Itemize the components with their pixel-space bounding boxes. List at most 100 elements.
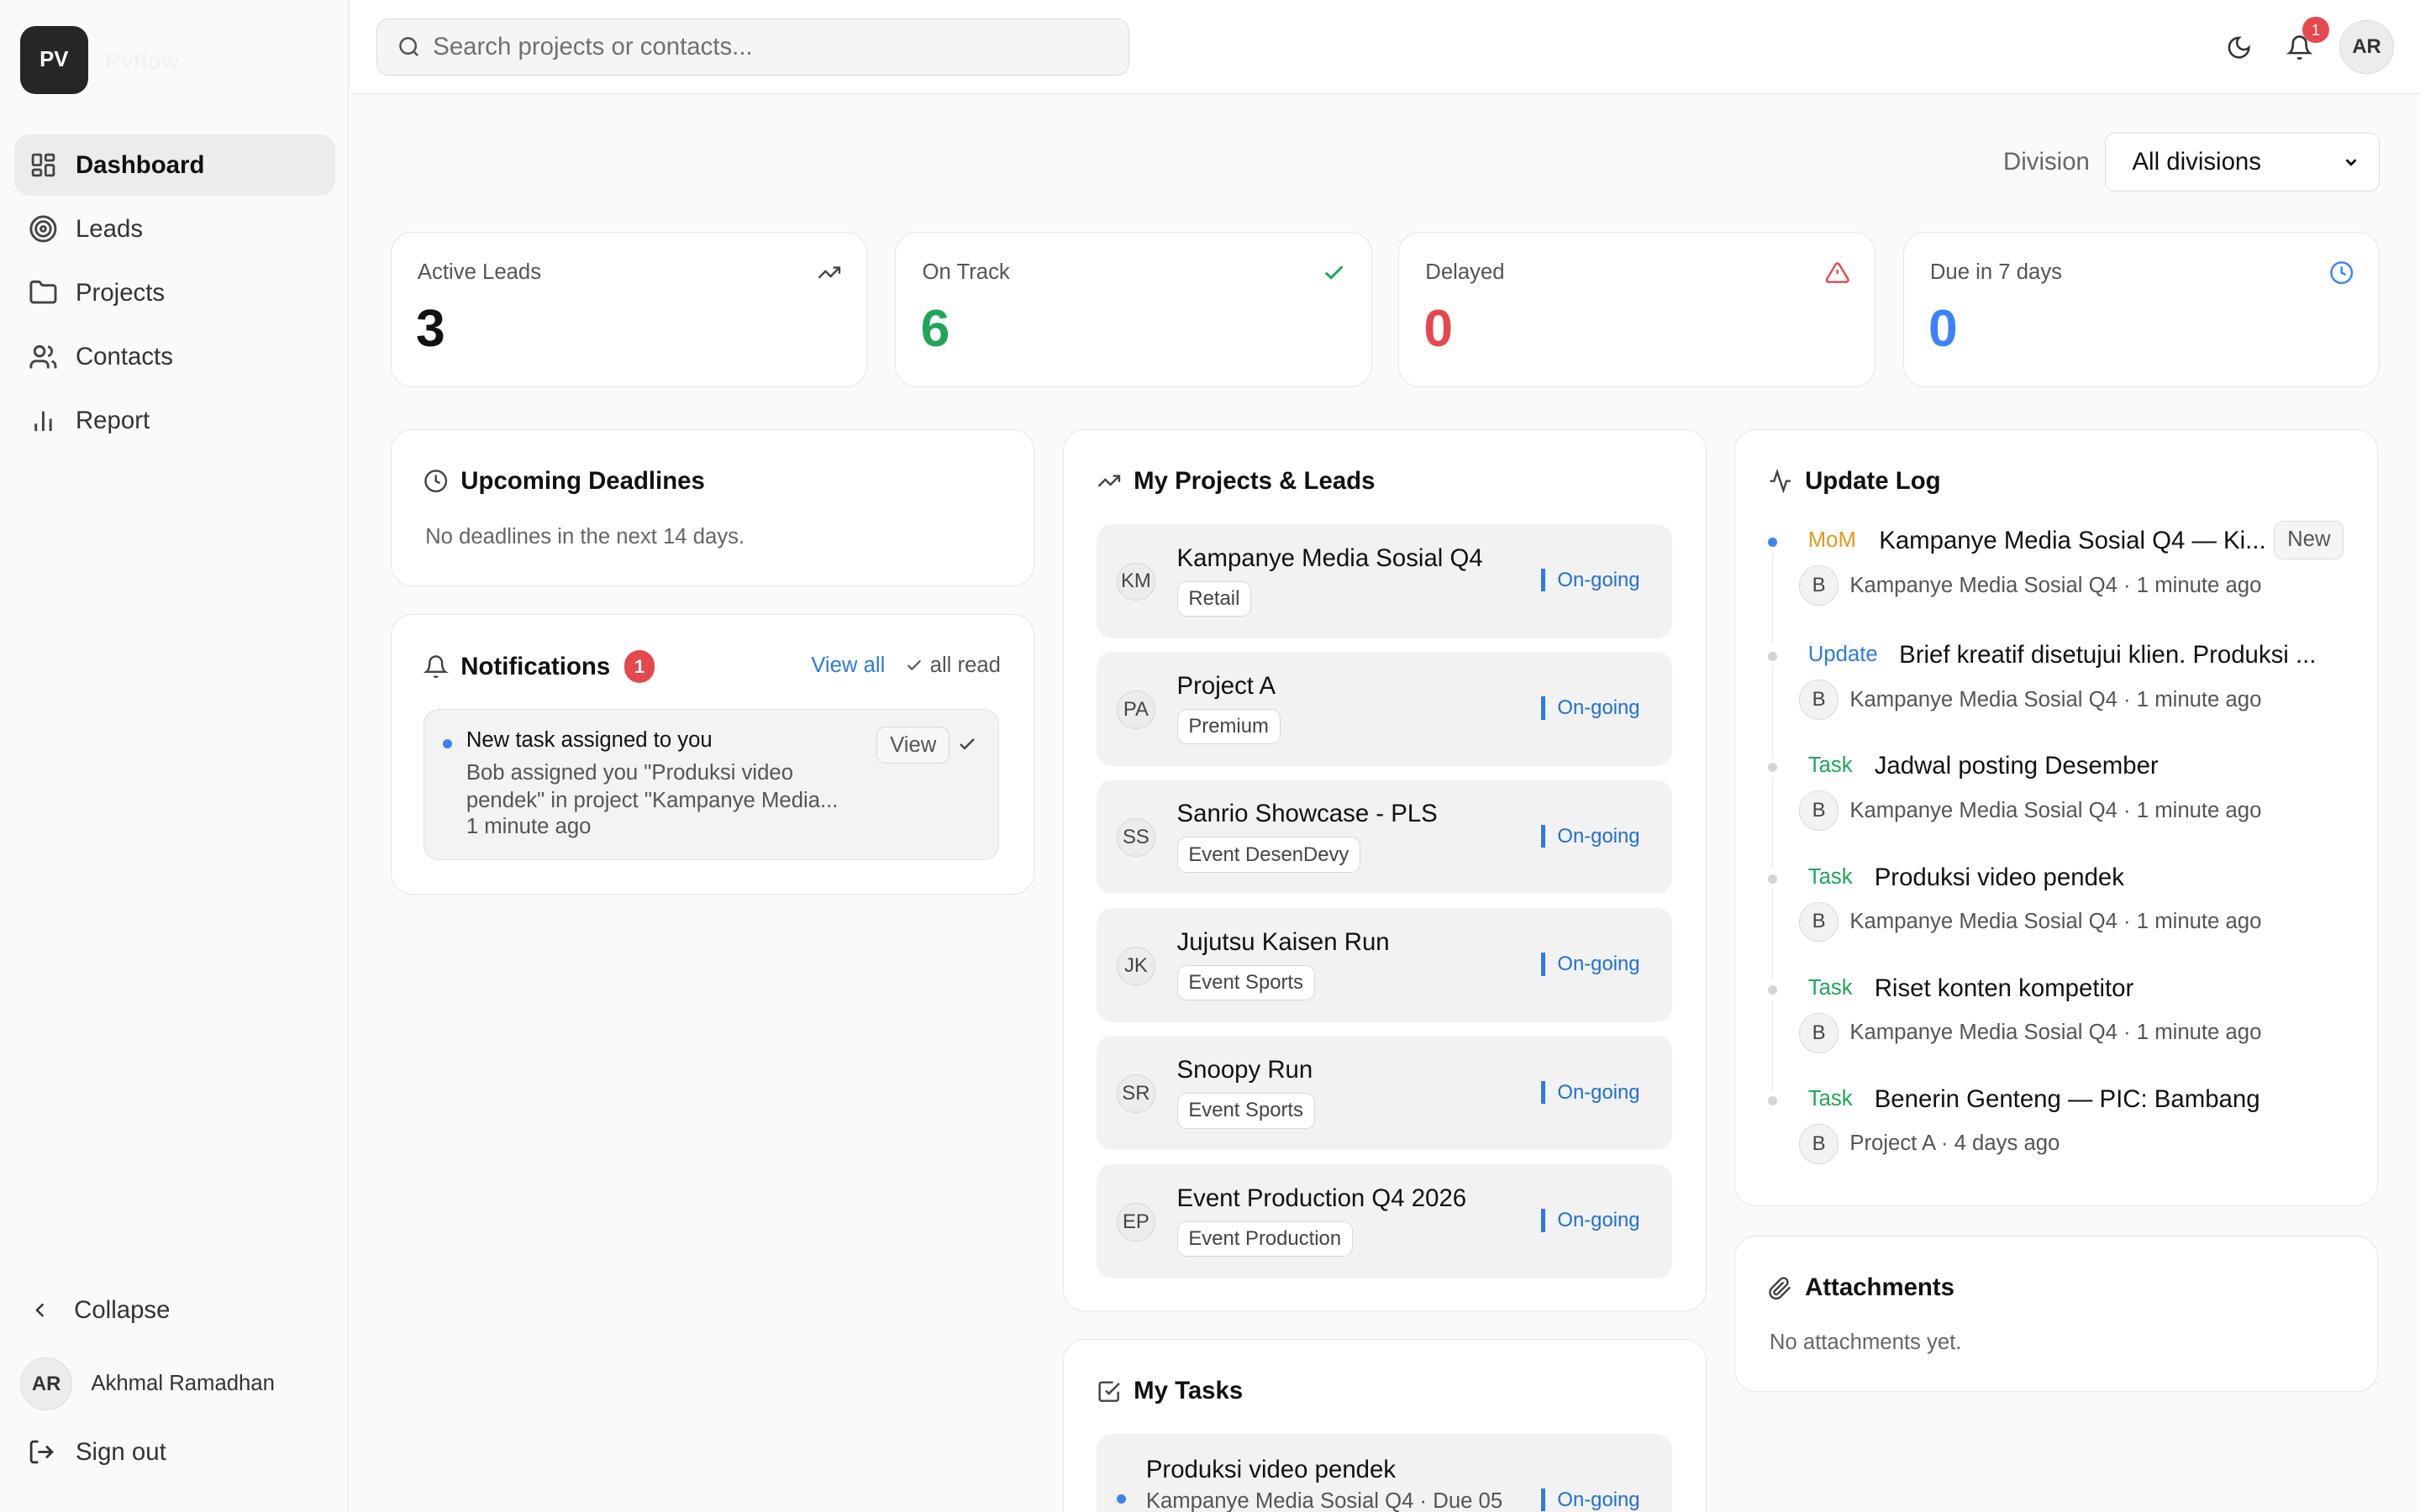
search-input[interactable]: Search projects or contacts... bbox=[376, 18, 1130, 76]
empty-attachments-text: No attachments yet. bbox=[1769, 1331, 1962, 1355]
clock-icon bbox=[2329, 260, 2354, 285]
checkbox-icon bbox=[1097, 1379, 1121, 1404]
log-meta-text: Kampanye Media Sosial Q4 · 1 minute ago bbox=[1849, 909, 2262, 933]
folder-icon bbox=[26, 276, 60, 310]
trending-up-icon bbox=[817, 260, 841, 285]
project-item[interactable]: SS Sanrio Showcase - PLS Event DesenDevy… bbox=[1097, 780, 1673, 895]
project-item[interactable]: SR Snoopy Run Event Sports On-going bbox=[1097, 1036, 1673, 1151]
upcoming-deadlines-panel: Upcoming Deadlines No deadlines in the n… bbox=[390, 428, 1034, 586]
stat-value: 0 bbox=[1928, 299, 1958, 359]
log-type: Task bbox=[1807, 753, 1853, 778]
notification-body-line: Bob assigned you "Produksi video bbox=[466, 760, 794, 785]
project-item[interactable]: KM Kampanye Media Sosial Q4 Retail On-go… bbox=[1097, 523, 1673, 638]
division-select[interactable]: All divisions bbox=[2105, 132, 2381, 192]
log-connector bbox=[1771, 778, 1774, 869]
division-selected-value: All divisions bbox=[2132, 147, 2261, 176]
panel-title-text: Notifications bbox=[460, 652, 611, 680]
sidebar-item-label: Dashboard bbox=[75, 150, 205, 179]
project-item[interactable]: JK Jujutsu Kaisen Run Event Sports On-go… bbox=[1097, 907, 1673, 1022]
log-title: Riset konten kompetitor bbox=[1874, 974, 2134, 1002]
notifications-button[interactable]: 1 bbox=[2273, 17, 2329, 74]
log-meta-text: Kampanye Media Sosial Q4 · 1 minute ago bbox=[1849, 1021, 2262, 1045]
status-badge: On-going bbox=[1540, 696, 1640, 720]
log-dot bbox=[1768, 874, 1778, 884]
task-meta: Kampanye Media Sosial Q4 · Due 05 bbox=[1145, 1489, 1503, 1512]
panel-title: My Projects & Leads bbox=[1097, 467, 1375, 496]
avatar[interactable]: AR bbox=[2339, 19, 2394, 75]
mark-read-check-icon[interactable] bbox=[957, 734, 977, 754]
sign-out-label: Sign out bbox=[75, 1437, 166, 1466]
activity-icon bbox=[1768, 468, 1792, 494]
project-avatar: PA bbox=[1116, 690, 1155, 729]
sidebar-item-report[interactable]: Report bbox=[14, 391, 335, 452]
sidebar-item-leads[interactable]: Leads bbox=[14, 198, 335, 260]
project-tag: Event Production bbox=[1176, 1221, 1353, 1257]
panel-title-text: Update Log bbox=[1805, 466, 1941, 495]
avatar: B bbox=[1798, 565, 1839, 606]
search-icon bbox=[397, 35, 421, 59]
collapse-button[interactable]: Collapse bbox=[28, 1296, 170, 1325]
notification-count-badge: 1 bbox=[2302, 17, 2329, 44]
log-title: Brief kreatif disetujui klien. Produksi … bbox=[1899, 641, 2317, 669]
projects-leads-panel: My Projects & Leads KM Kampanye Media So… bbox=[1063, 428, 1707, 1312]
notifications-panel: Notifications 1 View all all read New ta… bbox=[390, 614, 1034, 895]
chevron-down-icon bbox=[2342, 153, 2360, 171]
log-meta: B Kampanye Media Sosial Q4 · 1 minute ag… bbox=[1798, 901, 2262, 942]
sign-out-button[interactable]: Sign out bbox=[28, 1438, 166, 1467]
status-badge: On-going bbox=[1540, 1209, 1640, 1232]
sidebar-item-projects[interactable]: Projects bbox=[14, 262, 335, 323]
check-icon bbox=[905, 656, 923, 675]
project-item[interactable]: PA Project A Premium On-going bbox=[1097, 652, 1673, 766]
view-all-link[interactable]: View all bbox=[811, 654, 885, 678]
notification-view-button[interactable]: View bbox=[876, 727, 950, 764]
log-meta-text: Kampanye Media Sosial Q4 · 1 minute ago bbox=[1849, 798, 2262, 822]
log-title: Produksi video pendek bbox=[1874, 863, 2124, 891]
trending-up-icon bbox=[1097, 469, 1121, 493]
current-user[interactable]: AR Akhmal Ramadhan bbox=[19, 1357, 275, 1410]
avatar: B bbox=[1798, 680, 1839, 720]
log-type: MoM bbox=[1807, 528, 1856, 553]
stat-card-on-track: On Track 6 bbox=[895, 231, 1372, 387]
check-icon bbox=[1322, 260, 1346, 285]
user-name: Akhmal Ramadhan bbox=[91, 1372, 275, 1395]
task-item[interactable]: Produksi video pendek Kampanye Media Sos… bbox=[1097, 1434, 1673, 1512]
project-name: Jujutsu Kaisen Run bbox=[1176, 927, 1390, 956]
log-type: Task bbox=[1807, 975, 1853, 1000]
status-badge: On-going bbox=[1540, 1080, 1640, 1105]
log-meta: B Kampanye Media Sosial Q4 · 1 minute ag… bbox=[1798, 680, 2262, 720]
project-item[interactable]: EP Event Production Q4 2026 Event Produc… bbox=[1097, 1163, 1673, 1278]
panel-title: Notifications 1 bbox=[424, 650, 655, 683]
project-tag: Event Sports bbox=[1176, 1093, 1315, 1129]
app-logo[interactable]: PV bbox=[19, 26, 88, 95]
project-name: Sanrio Showcase - PLS bbox=[1176, 800, 1438, 828]
log-connector bbox=[1771, 889, 1774, 979]
theme-toggle-button[interactable] bbox=[2213, 22, 2265, 74]
status-badge: On-going bbox=[1540, 568, 1640, 592]
avatar: B bbox=[1798, 901, 1839, 942]
project-name: Snoopy Run bbox=[1176, 1056, 1313, 1084]
clock-icon bbox=[424, 469, 448, 493]
task-name: Produksi video pendek bbox=[1145, 1455, 1397, 1483]
project-name: Event Production Q4 2026 bbox=[1176, 1184, 1467, 1212]
status-badge: On-going bbox=[1540, 824, 1640, 848]
log-connector bbox=[1771, 553, 1774, 643]
project-avatar: SS bbox=[1116, 818, 1155, 858]
log-dot bbox=[1768, 984, 1778, 995]
notification-item[interactable]: New task assigned to you Bob assigned yo… bbox=[424, 709, 1000, 861]
stat-card-active-leads: Active Leads 3 bbox=[390, 231, 868, 387]
log-meta-text: Kampanye Media Sosial Q4 · 1 minute ago bbox=[1849, 687, 2262, 711]
avatar: B bbox=[1798, 1012, 1839, 1053]
sidebar: PV Pvflow Dashboard Leads Projects Conta… bbox=[0, 0, 350, 1512]
attachments-panel: Attachments No attachments yet. bbox=[1734, 1236, 2379, 1392]
avatar: B bbox=[1798, 1124, 1839, 1164]
sidebar-item-contacts[interactable]: Contacts bbox=[14, 326, 335, 387]
avatar: AR bbox=[19, 1357, 73, 1410]
notification-title: New task assigned to you bbox=[466, 728, 713, 753]
log-meta: B Kampanye Media Sosial Q4 · 1 minute ag… bbox=[1798, 1012, 2262, 1053]
mark-all-read-button[interactable]: all read bbox=[905, 654, 1001, 678]
log-meta: B Kampanye Media Sosial Q4 · 1 minute ag… bbox=[1798, 565, 2261, 606]
sidebar-item-dashboard[interactable]: Dashboard bbox=[13, 134, 335, 197]
stat-label: Active Leads bbox=[417, 260, 542, 284]
project-tag: Premium bbox=[1176, 709, 1281, 745]
search-placeholder: Search projects or contacts... bbox=[433, 33, 753, 60]
